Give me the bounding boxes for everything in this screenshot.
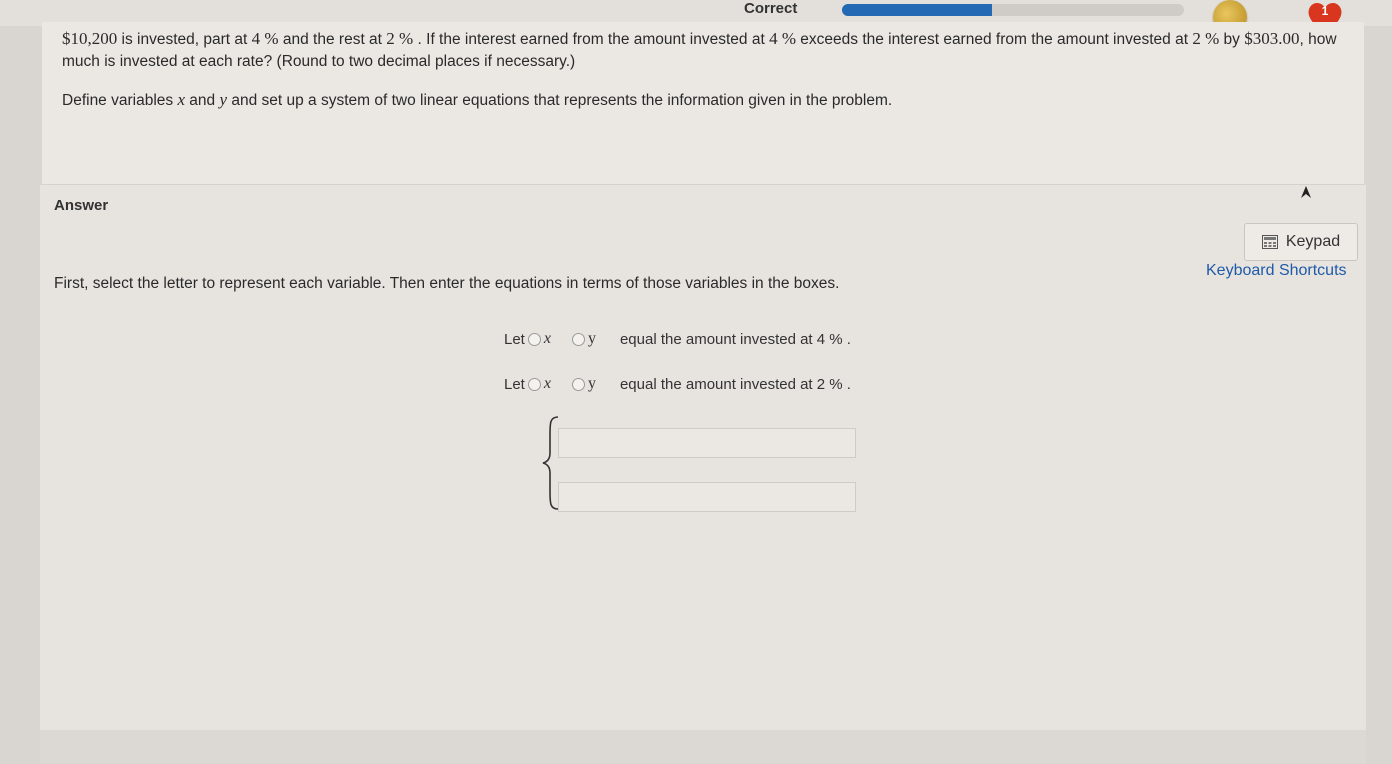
status-label: Correct — [744, 0, 798, 17]
option-x-label: x — [543, 330, 551, 347]
keypad-label: Keypad — [1285, 233, 1341, 250]
keypad-button[interactable]: Keypad — [1244, 223, 1358, 261]
option-x-label: x — [543, 375, 551, 392]
option-y-label: y — [587, 330, 596, 347]
equation-1-input[interactable] — [558, 428, 856, 458]
q-text-2: and the rest at — [278, 31, 387, 48]
hearts-count: 1 — [1321, 4, 1329, 18]
bottom-strip — [40, 730, 1366, 764]
q-rate-2: 2 % — [386, 29, 414, 48]
define-var-x: x — [177, 90, 185, 109]
q-amount: $10,200 — [62, 29, 118, 48]
keyboard-shortcuts-link[interactable]: Keyboard Shortcuts — [1206, 262, 1347, 280]
radio-x-2-percent[interactable] — [527, 377, 541, 391]
option-x-4-percent[interactable]: x — [525, 330, 551, 348]
q-rate-1: 4 % — [251, 29, 279, 48]
define-and: and — [185, 92, 220, 109]
option-y-2-percent[interactable]: y — [569, 375, 596, 393]
variable-description: equal the amount invested at 4 % . — [619, 330, 851, 348]
q-text-1: is invested, part at — [117, 31, 252, 48]
variable-description: equal the amount invested at 2 % . — [619, 375, 851, 393]
mouse-pointer-icon — [1301, 186, 1311, 198]
define-prefix: Define variables — [62, 92, 178, 109]
equation-2-input[interactable] — [558, 482, 856, 512]
keypad-icon — [1261, 235, 1278, 249]
radio-y-4-percent[interactable] — [571, 332, 585, 346]
option-x-2-percent[interactable]: x — [525, 375, 551, 393]
q-amount-2: $303.00 — [1244, 29, 1300, 48]
define-variables-text: Define variables x and y and set up a sy… — [62, 90, 892, 110]
option-y-label: y — [587, 375, 596, 392]
q-rate-4: 2 % — [1192, 29, 1220, 48]
instructions-text: First, select the letter to represent ea… — [54, 275, 840, 292]
variable-row-4-percent: Let x y equal the amount invested at 4 %… — [504, 330, 851, 348]
question-text: $10,200 is invested, part at 4 % and the… — [62, 28, 1352, 73]
define-suffix: and set up a system of two linear equati… — [227, 92, 893, 109]
q-text-5: by — [1219, 31, 1245, 48]
progress-bar — [842, 4, 1184, 16]
q-rate-3: 4 % — [769, 29, 796, 48]
let-label: Let — [504, 330, 525, 348]
answer-panel: Answer Keypad Keyboard Shortcuts First, … — [40, 185, 1366, 730]
radio-y-2-percent[interactable] — [571, 377, 585, 391]
q-text-4: exceeds the interest earned from the amo… — [795, 31, 1193, 48]
radio-x-4-percent[interactable] — [527, 332, 541, 346]
define-var-y: y — [219, 90, 228, 109]
question-panel: $10,200 is invested, part at 4 % and the… — [42, 22, 1364, 185]
option-y-4-percent[interactable]: y — [569, 330, 596, 348]
progress-fill — [842, 4, 993, 16]
variable-row-2-percent: Let x y equal the amount invested at 2 %… — [504, 375, 851, 393]
answer-heading: Answer — [54, 197, 109, 214]
q-text-3: . If the interest earned from the amount… — [413, 31, 770, 48]
let-label: Let — [504, 375, 525, 393]
